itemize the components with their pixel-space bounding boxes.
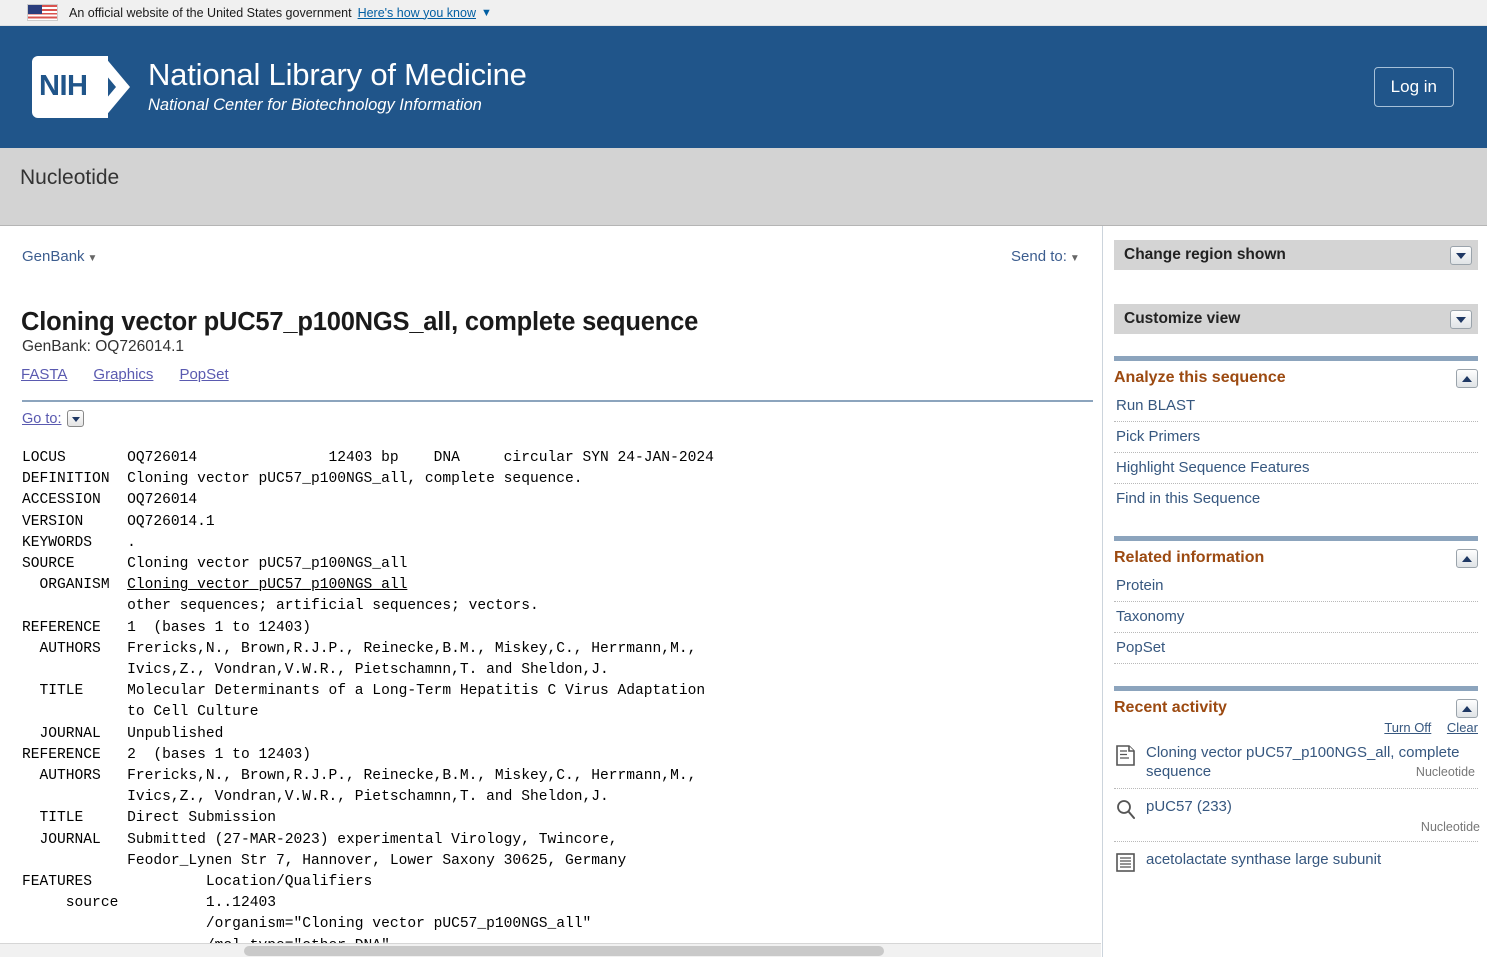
send-to-label: Send to:	[1011, 248, 1067, 265]
taxonomy-link[interactable]: Taxonomy	[1116, 608, 1184, 625]
recent-activity-title: Recent activity	[1114, 699, 1227, 716]
go-to-select[interactable]	[66, 410, 84, 427]
organism-label: ORGANISM	[22, 577, 128, 594]
send-to-dropdown[interactable]: Send to: ▼	[1011, 248, 1080, 265]
protein-link[interactable]: Protein	[1116, 577, 1164, 594]
genbank-flatfile: LOCUS OQ726014 12403 bp DNA circular SYN…	[22, 448, 1097, 957]
nlm-logo[interactable]: NIH National Library of Medicine Nationa…	[32, 56, 527, 118]
list-item[interactable]: Pick Primers	[1114, 422, 1478, 453]
run-blast-link[interactable]: Run BLAST	[1116, 397, 1195, 414]
chevron-down-icon: ▼	[1069, 253, 1080, 264]
nih-chevron-icon	[90, 56, 130, 118]
flatfile-head: LOCUS OQ726014 12403 bp DNA circular SYN…	[22, 450, 714, 573]
chevron-down-icon[interactable]	[1450, 309, 1472, 329]
chevron-down-icon[interactable]: ▼	[481, 7, 492, 19]
divider	[22, 400, 1093, 402]
search-icon	[1116, 799, 1135, 820]
list-item[interactable]: pUC57 (233) Nucleotide	[1114, 789, 1480, 842]
chevron-up-icon[interactable]	[1456, 699, 1478, 718]
chevron-up-icon[interactable]	[1456, 549, 1478, 568]
page-body: GenBank ▼ Send to: ▼ Cloning vector pUC57_…	[0, 226, 1487, 957]
format-dropdown-label: GenBank	[22, 248, 85, 265]
recent-activity-controls: Turn Off Clear	[1114, 720, 1478, 735]
pick-primers-link[interactable]: Pick Primers	[1116, 428, 1200, 445]
related-information-section: Related information Protein Taxonomy Pop…	[1114, 536, 1478, 664]
clear-button[interactable]: Clear	[1447, 720, 1478, 735]
go-to-label[interactable]: Go to:	[22, 411, 62, 427]
analyze-section: Analyze this sequence Run BLAST Pick Pri…	[1114, 356, 1478, 514]
fasta-link[interactable]: FASTA	[21, 366, 67, 383]
find-in-this-sequence-link[interactable]: Find in this Sequence	[1116, 490, 1260, 507]
list-item[interactable]: Cloning vector pUC57_p100NGS_all, comple…	[1114, 735, 1478, 789]
main-content: GenBank ▼ Send to: ▼ Cloning vector pUC57_…	[0, 226, 1101, 957]
list-item[interactable]: acetolactate synthase large subunit	[1114, 842, 1478, 880]
recent-item-db: Nucleotide	[1415, 765, 1475, 779]
page-title: Cloning vector pUC57_p100NGS_all, comple…	[21, 308, 699, 337]
go-to-row: Go to:	[22, 410, 84, 427]
section-divider	[1114, 686, 1478, 691]
accession-label: GenBank: OQ726014.1	[22, 338, 185, 355]
list-item[interactable]: Find in this Sequence	[1114, 484, 1478, 514]
nih-logo-icon: NIH	[32, 56, 130, 118]
graphics-link[interactable]: Graphics	[93, 366, 153, 383]
change-region-shown-label: Change region shown	[1124, 246, 1286, 263]
chevron-down-icon: ▼	[87, 253, 98, 264]
change-region-shown-panel[interactable]: Change region shown	[1114, 240, 1478, 270]
recent-item-db: Nucleotide	[1420, 820, 1480, 834]
turn-off-button[interactable]: Turn Off	[1384, 720, 1431, 735]
wordmark: National Library of Medicine National Ce…	[148, 56, 527, 116]
flatfile-tail: other sequences; artificial sequences; v…	[22, 598, 706, 953]
horizontal-scrollbar[interactable]	[0, 943, 1101, 957]
list-item[interactable]: Highlight Sequence Features	[1114, 453, 1478, 484]
gov-banner-text: An official website of the United States…	[69, 5, 352, 20]
search-bar: Nucleotide Nucleotide Search Advanced He…	[0, 148, 1487, 368]
chevron-up-icon[interactable]	[1456, 369, 1478, 388]
related-information-title: Related information	[1114, 549, 1265, 566]
log-in-button[interactable]: Log in	[1373, 67, 1454, 107]
list-item[interactable]: Run BLAST	[1114, 391, 1478, 422]
nih-logo-text: NIH	[39, 70, 88, 102]
document-icon	[1116, 745, 1135, 766]
recent-item-link[interactable]: acetolactate synthase large subunit	[1146, 851, 1381, 868]
popset-link-sidebar[interactable]: PopSet	[1116, 639, 1165, 656]
customize-view-label: Customize view	[1124, 310, 1241, 327]
highlight-sequence-features-link[interactable]: Highlight Sequence Features	[1116, 459, 1309, 476]
heres-how-you-know-link[interactable]: Here's how you know	[358, 6, 476, 20]
customize-view-panel[interactable]: Customize view	[1114, 304, 1478, 334]
list-item[interactable]: Protein	[1114, 571, 1478, 602]
site-header: NIH National Library of Medicine Nationa…	[0, 26, 1487, 148]
scrollbar-thumb[interactable]	[244, 946, 884, 956]
chevron-down-icon[interactable]	[1450, 245, 1472, 265]
section-divider	[1114, 536, 1478, 541]
list-item[interactable]: PopSet	[1114, 633, 1478, 664]
us-flag-icon	[27, 4, 58, 21]
sidebar: Change region shown Customize view Analy…	[1102, 226, 1487, 957]
analyze-section-title: Analyze this sequence	[1114, 369, 1286, 386]
popset-link[interactable]: PopSet	[179, 366, 228, 383]
organism-link[interactable]: Cloning vector pUC57_p100NGS_all	[127, 577, 407, 593]
list-icon	[1116, 852, 1135, 873]
related-link-list: Protein Taxonomy PopSet	[1114, 571, 1478, 664]
recent-activity-section: Recent activity Turn Off Clear Cloning v…	[1114, 686, 1480, 880]
government-banner: An official website of the United States…	[0, 0, 1487, 26]
format-links: FASTA Graphics PopSet	[21, 366, 255, 383]
recent-item-link[interactable]: pUC57 (233)	[1146, 798, 1232, 815]
analyze-link-list: Run BLAST Pick Primers Highlight Sequenc…	[1114, 391, 1478, 514]
site-title: National Library of Medicine	[148, 56, 527, 92]
site-subtitle: National Center for Biotechnology Inform…	[148, 96, 482, 115]
format-dropdown[interactable]: GenBank ▼	[22, 248, 97, 265]
recent-item-link[interactable]: Cloning vector pUC57_p100NGS_all, comple…	[1146, 744, 1460, 780]
list-item[interactable]: Taxonomy	[1114, 602, 1478, 633]
database-name-label: Nucleotide	[20, 166, 120, 189]
section-divider	[1114, 356, 1478, 361]
